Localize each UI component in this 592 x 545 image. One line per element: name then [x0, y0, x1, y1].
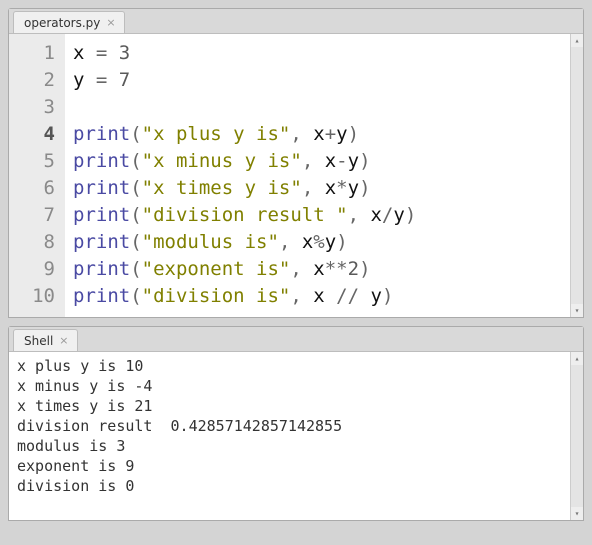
- code-token: "x times y is": [142, 177, 302, 199]
- code-token: "exponent is": [142, 258, 291, 280]
- code-token: x: [313, 285, 324, 307]
- code-token: *: [336, 177, 347, 199]
- shell-output-text: x plus y is 10 x minus y is -4 x times y…: [17, 356, 575, 496]
- code-token: (: [130, 177, 141, 199]
- code-token: (: [130, 258, 141, 280]
- close-icon[interactable]: ×: [59, 335, 68, 346]
- shell-tab-label: Shell: [24, 334, 53, 348]
- shell-tab-strip: Shell ×: [9, 327, 583, 352]
- code-token: ): [336, 231, 347, 253]
- code-token: (: [130, 285, 141, 307]
- code-token: ): [359, 177, 370, 199]
- code-token: y: [370, 285, 381, 307]
- shell-tab[interactable]: Shell ×: [13, 329, 78, 351]
- editor-tab-label: operators.py: [24, 16, 100, 30]
- code-token: print: [73, 258, 130, 280]
- code-token: ,: [302, 177, 325, 199]
- code-token: =: [84, 42, 118, 64]
- code-token: ): [348, 123, 359, 145]
- shell-scrollbar[interactable]: ▴ ▾: [570, 352, 583, 520]
- code-token: ,: [290, 123, 313, 145]
- code-token: "division is": [142, 285, 291, 307]
- line-number: 1: [32, 42, 55, 64]
- editor-scrollbar[interactable]: ▴ ▾: [570, 34, 583, 317]
- code-token: =: [84, 69, 118, 91]
- line-number: 6: [32, 177, 55, 199]
- line-number: 2: [32, 69, 55, 91]
- code-token: 3: [119, 42, 130, 64]
- line-number: 10: [32, 285, 55, 307]
- code-token: x: [370, 204, 381, 226]
- editor-tab-strip: operators.py ×: [9, 9, 583, 34]
- editor-pane: operators.py × 1 2 3 4 5 6 7 8 9 10 x = …: [8, 8, 584, 318]
- scroll-down-icon[interactable]: ▾: [571, 304, 583, 317]
- shell-output[interactable]: x plus y is 10 x minus y is -4 x times y…: [9, 352, 583, 520]
- code-token: ): [382, 285, 393, 307]
- line-number: 9: [32, 258, 55, 280]
- close-icon[interactable]: ×: [106, 17, 115, 28]
- code-token: "x plus y is": [142, 123, 291, 145]
- code-token: y: [336, 123, 347, 145]
- line-number: 4: [32, 123, 55, 145]
- code-token: %: [313, 231, 324, 253]
- line-number: 5: [32, 150, 55, 172]
- code-token: ,: [290, 285, 313, 307]
- scroll-up-icon[interactable]: ▴: [571, 34, 583, 47]
- line-number: 7: [32, 204, 55, 226]
- code-token: x: [325, 150, 336, 172]
- code-token: x: [325, 177, 336, 199]
- code-token: "division result ": [142, 204, 348, 226]
- code-token: x: [73, 42, 84, 64]
- code-token: (: [130, 150, 141, 172]
- scroll-track[interactable]: [571, 47, 583, 304]
- code-token: x: [313, 258, 324, 280]
- code-token: ,: [348, 204, 371, 226]
- shell-pane: Shell × x plus y is 10 x minus y is -4 x…: [8, 326, 584, 521]
- code-token: ,: [302, 150, 325, 172]
- code-area[interactable]: x = 3 y = 7 print("x plus y is", x+y) pr…: [65, 34, 583, 317]
- scroll-down-icon[interactable]: ▾: [571, 507, 583, 520]
- code-token: print: [73, 150, 130, 172]
- scroll-track[interactable]: [571, 365, 583, 507]
- code-token: y: [73, 69, 84, 91]
- code-token: ): [359, 258, 370, 280]
- code-token: y: [393, 204, 404, 226]
- line-number-gutter: 1 2 3 4 5 6 7 8 9 10: [9, 34, 65, 317]
- line-number: 3: [32, 96, 55, 118]
- code-token: x: [302, 231, 313, 253]
- code-token: y: [325, 231, 336, 253]
- code-token: print: [73, 177, 130, 199]
- code-token: "modulus is": [142, 231, 279, 253]
- code-token: ,: [290, 258, 313, 280]
- code-token: ): [405, 204, 416, 226]
- code-token: 7: [119, 69, 130, 91]
- code-token: y: [348, 150, 359, 172]
- code-token: //: [325, 285, 371, 307]
- code-token: 2: [348, 258, 359, 280]
- line-number: 8: [32, 231, 55, 253]
- editor-body[interactable]: 1 2 3 4 5 6 7 8 9 10 x = 3 y = 7 print("…: [9, 34, 583, 317]
- code-token: print: [73, 285, 130, 307]
- code-token: **: [325, 258, 348, 280]
- code-token: ,: [279, 231, 302, 253]
- code-token: "x minus y is": [142, 150, 302, 172]
- code-token: (: [130, 204, 141, 226]
- code-token: /: [382, 204, 393, 226]
- code-token: y: [348, 177, 359, 199]
- code-token: print: [73, 123, 130, 145]
- scroll-up-icon[interactable]: ▴: [571, 352, 583, 365]
- code-token: ): [359, 150, 370, 172]
- code-token: print: [73, 231, 130, 253]
- code-token: (: [130, 231, 141, 253]
- code-token: -: [336, 150, 347, 172]
- editor-tab-operators[interactable]: operators.py ×: [13, 11, 125, 33]
- code-token: x: [313, 123, 324, 145]
- code-token: (: [130, 123, 141, 145]
- code-token: print: [73, 204, 130, 226]
- code-token: +: [325, 123, 336, 145]
